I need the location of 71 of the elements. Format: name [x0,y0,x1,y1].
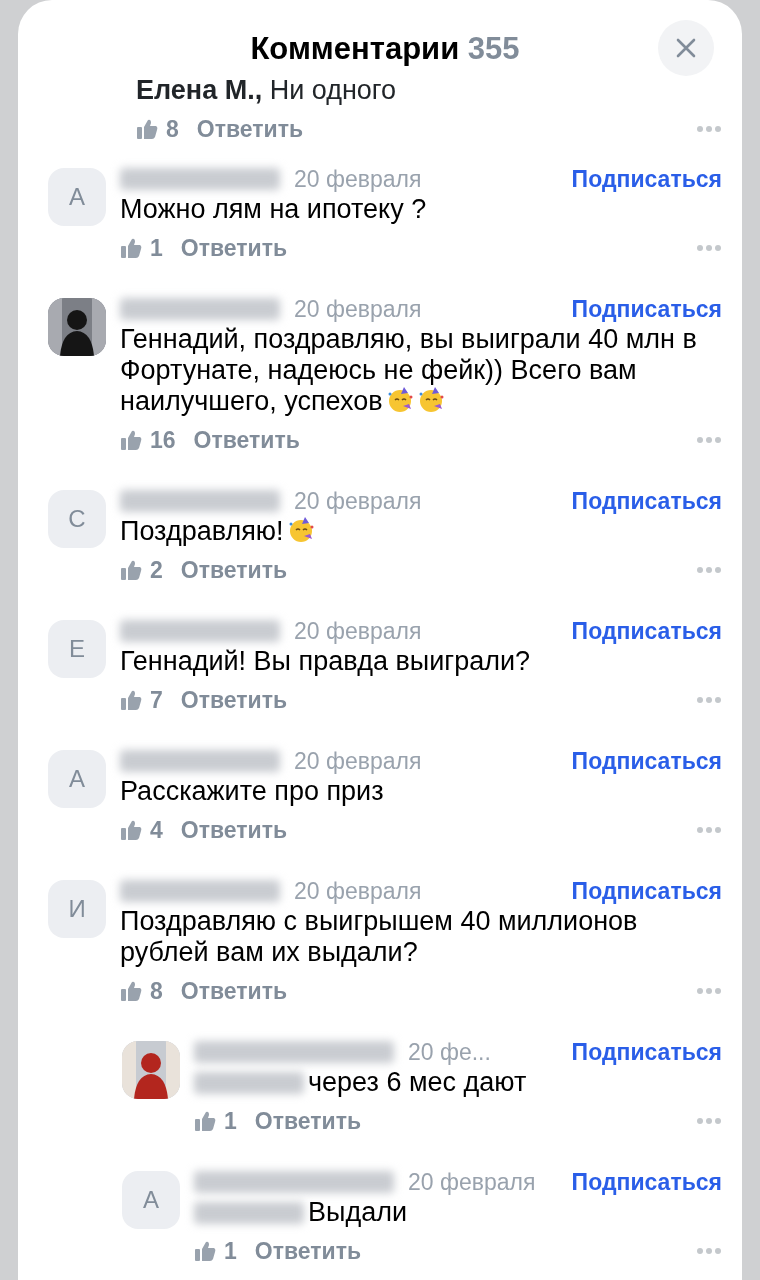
comment-text: Поздравляю! [120,516,315,546]
like-icon[interactable] [120,559,142,581]
reply-button[interactable]: Ответить [180,973,288,1009]
comment-count: 355 [467,31,520,66]
more-button[interactable] [696,696,722,704]
reply-button[interactable]: Ответить [180,682,288,718]
more-button[interactable] [696,1117,722,1125]
subscribe-link[interactable]: Подписаться [571,613,722,649]
more-button[interactable] [696,125,722,133]
like-icon[interactable] [120,689,142,711]
more-button[interactable] [696,436,722,444]
avatar-letter: С [48,490,106,548]
avatar-letter: А [122,1171,180,1229]
comment-text: через 6 мес дают [308,1067,527,1098]
more-button[interactable] [696,826,722,834]
like-count: 16 [150,425,176,455]
like-count: 2 [150,555,163,585]
comment-date: 20 фе... [408,1037,491,1067]
reply-button[interactable]: Ответить [254,1103,362,1139]
comment-date: 20 февраля [294,164,422,194]
reply-button[interactable]: Ответить [196,111,304,147]
subscribe-link[interactable]: Подписаться [571,161,722,197]
comment-text: Выдали [308,1197,408,1228]
comment-date: 20 февраля [294,294,422,324]
like-count: 8 [166,114,179,144]
comment-date: 20 февраля [408,1167,536,1197]
comment-text: Поздравляю с выигрышем 40 миллионов рублей вам их выдали? [120,906,638,967]
subscribe-link[interactable]: Подписаться [571,743,722,779]
like-count: 7 [150,685,163,715]
comment-text: Елена М., Ни одного [135,75,398,106]
reply-button[interactable]: Ответить [180,812,288,848]
reply-button[interactable]: Ответить [180,552,288,588]
subscribe-link[interactable]: Подписаться [571,291,722,327]
like-icon[interactable] [194,1110,216,1132]
avatar-letter: А [48,168,106,226]
comment-date: 20 февраля [294,746,422,776]
like-icon[interactable] [120,819,142,841]
like-icon[interactable] [120,237,142,259]
like-count: 1 [224,1106,237,1136]
more-button[interactable] [696,566,722,574]
like-count: 1 [224,1236,237,1266]
like-icon[interactable] [194,1240,216,1262]
reply-button[interactable]: Ответить [193,422,300,458]
close-button[interactable] [658,20,714,76]
like-icon[interactable] [136,118,158,140]
like-count: 4 [150,815,163,845]
comment-text: Можно лям на ипотеку ? [120,194,427,224]
panel-title: Комментарии [250,31,460,66]
reply-button[interactable]: Ответить [180,230,288,266]
comment-text: Геннадий, поздравляю, вы выиграли 40 млн в Фортунате, надеюсь не фейк)) Всего вам наилучшего, успехов [120,324,697,416]
subscribe-link[interactable]: Подписаться [571,483,722,519]
avatar-letter: И [48,880,106,938]
more-button[interactable] [696,1247,722,1255]
like-count: 8 [150,976,163,1006]
comment-date: 20 февраля [294,486,422,516]
avatar-letter: А [48,750,106,808]
close-icon[interactable] [675,37,697,59]
comment-text: Расскажите про приз [120,776,384,806]
subscribe-link[interactable]: Подписаться [571,1164,722,1200]
more-button[interactable] [696,987,722,995]
subscribe-link[interactable]: Подписаться [571,1034,722,1070]
like-icon[interactable] [120,429,142,451]
comment-date: 20 февраля [294,616,422,646]
more-button[interactable] [696,244,722,252]
comment-text: Геннадий! Вы правда выиграли? [120,646,531,676]
like-count: 1 [150,233,163,263]
reply-button[interactable]: Ответить [254,1233,362,1269]
comment-date: 20 февраля [294,876,422,906]
avatar-letter: Е [48,620,106,678]
like-icon[interactable] [120,980,142,1002]
subscribe-link[interactable]: Подписаться [571,873,722,909]
